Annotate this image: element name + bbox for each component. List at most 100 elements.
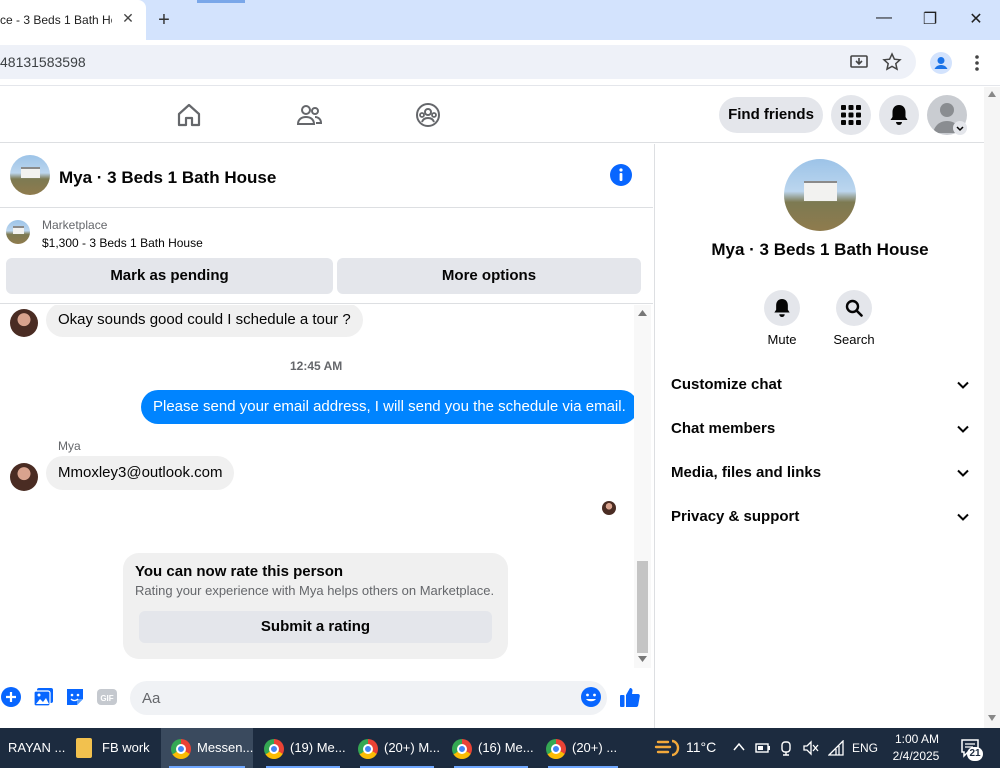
taskbar-app-rayan[interactable]: RAYAN ... (8, 728, 68, 768)
taskbar-app-label: RAYAN ... (8, 740, 66, 755)
conversation-details-panel: Mya · 3 Beds 1 Bath House Mute Search Cu… (654, 144, 984, 728)
chrome-icon (358, 738, 378, 759)
submit-rating-button[interactable]: Submit a rating (139, 611, 492, 643)
message-list[interactable]: Okay sounds good could I schedule a tour… (0, 305, 634, 668)
taskbar-app-chrome-5[interactable]: (20+) ... (540, 728, 626, 768)
taskbar-app-label: Messen... (197, 740, 254, 755)
taskbar-app-fb-work[interactable]: FB work (76, 728, 156, 768)
sender-name: Mya (58, 439, 81, 453)
privacy-support-section[interactable]: Privacy & support (671, 505, 969, 529)
install-app-icon[interactable] (850, 53, 868, 71)
incoming-message[interactable]: Mmoxley3@outlook.com (46, 456, 235, 490)
page-scrollbar[interactable] (984, 87, 1000, 728)
media-files-links-section[interactable]: Media, files and links (671, 461, 969, 485)
emoji-icon[interactable] (580, 686, 602, 708)
clock-time[interactable]: 1:00 AM (892, 732, 942, 746)
chevron-down-icon (957, 513, 969, 521)
close-window-button[interactable]: ✕ (961, 9, 991, 31)
gif-icon[interactable]: GIF (96, 686, 118, 708)
listing-thumbnail[interactable] (6, 220, 30, 244)
groups-icon[interactable] (414, 101, 442, 129)
search-icon (845, 299, 863, 317)
rating-card: You can now rate this person Rating your… (123, 553, 508, 659)
taskbar-app-messenger[interactable]: Messen... (161, 728, 253, 768)
search-label: Search (833, 332, 875, 347)
battery-icon[interactable] (755, 741, 771, 755)
chrome-icon (546, 738, 566, 759)
clock-date[interactable]: 2/4/2025 (890, 749, 942, 763)
more-options-button[interactable]: More options (337, 258, 641, 294)
weather-icon[interactable] (654, 738, 680, 758)
minimize-button[interactable]: — (869, 9, 899, 31)
taskbar-app-chrome-4[interactable]: (16) Me... (446, 728, 536, 768)
conversation-avatar[interactable] (10, 155, 50, 195)
customize-chat-section[interactable]: Customize chat (671, 373, 969, 397)
find-friends-button[interactable]: Find friends (719, 97, 823, 133)
plus-icon[interactable] (0, 686, 22, 708)
browser-menu-icon[interactable] (972, 54, 982, 72)
mute-action[interactable]: Mute (752, 290, 812, 347)
maximize-button[interactable]: ❐ (915, 9, 945, 31)
friends-icon[interactable] (295, 101, 323, 129)
input-language[interactable]: ENG (852, 741, 878, 755)
seen-indicator-avatar (602, 501, 616, 515)
chat-members-section[interactable]: Chat members (671, 417, 969, 441)
notifications-button[interactable] (879, 95, 919, 135)
outgoing-message[interactable]: Please send your email address, I will s… (141, 390, 634, 424)
weather-temperature[interactable]: 11°C (686, 739, 716, 755)
like-icon[interactable] (619, 686, 641, 708)
chevron-down-icon (957, 381, 969, 389)
windows-taskbar: RAYAN ... FB work Messen... (19) Me... (… (0, 728, 1000, 768)
incoming-message[interactable]: Okay sounds good could I schedule a tour… (46, 305, 363, 337)
page-scroll-down-icon[interactable] (988, 715, 996, 721)
volume-muted-icon[interactable] (802, 740, 820, 756)
meet-now-icon[interactable] (779, 740, 795, 756)
mark-as-pending-button[interactable]: Mark as pending (6, 258, 333, 294)
menu-button[interactable] (831, 95, 871, 135)
new-tab-button[interactable]: + (155, 9, 173, 31)
scroll-up-icon[interactable] (638, 310, 647, 316)
browser-tab[interactable]: ce - 3 Beds 1 Bath Ho ✕ (0, 0, 146, 40)
listing-title[interactable]: $1,300 - 3 Beds 1 Bath House (42, 236, 203, 250)
message-scrollbar[interactable] (634, 305, 651, 668)
marketplace-card: Marketplace $1,300 - 3 Beds 1 Bath House… (0, 208, 653, 304)
chevron-down-icon (957, 425, 969, 433)
page-scroll-up-icon[interactable] (988, 91, 996, 97)
message-timestamp: 12:45 AM (290, 359, 343, 373)
taskbar-app-label: (16) Me... (478, 740, 534, 755)
sticker-icon[interactable] (64, 686, 86, 708)
conversation-title[interactable]: Mya · 3 Beds 1 Bath House (59, 168, 276, 188)
network-icon[interactable] (828, 740, 844, 756)
scroll-down-icon[interactable] (638, 656, 647, 662)
bell-icon (774, 299, 790, 317)
home-icon[interactable] (175, 101, 203, 129)
info-icon[interactable] (610, 164, 632, 186)
url-text[interactable]: 48131583598 (0, 54, 86, 70)
tab-close-icon[interactable]: ✕ (121, 10, 135, 30)
account-chevron-icon[interactable] (953, 121, 967, 135)
notification-center-button[interactable]: 21 (960, 737, 983, 761)
taskbar-app-label: (19) Me... (290, 740, 346, 755)
marketplace-label: Marketplace (42, 218, 108, 232)
svg-text:GIF: GIF (100, 694, 113, 703)
profile-icon[interactable] (930, 52, 952, 74)
menu-grid-icon (841, 105, 861, 125)
bookmark-star-icon[interactable] (882, 52, 902, 72)
search-action[interactable]: Search (824, 290, 884, 347)
taskbar-app-chrome-3[interactable]: (20+) M... (352, 728, 442, 768)
mute-button[interactable] (764, 290, 800, 326)
search-button[interactable] (836, 290, 872, 326)
tab-title: ce - 3 Beds 1 Bath Ho (0, 13, 112, 27)
notifications-icon (890, 105, 908, 125)
sender-avatar[interactable] (10, 309, 38, 337)
sender-avatar[interactable] (10, 463, 38, 491)
chevron-up-icon[interactable] (733, 742, 745, 752)
scroll-thumb[interactable] (637, 561, 648, 653)
taskbar-app-chrome-2[interactable]: (19) Me... (258, 728, 348, 768)
omnibox[interactable]: 48131583598 (0, 45, 916, 79)
message-input[interactable] (130, 681, 607, 715)
section-label: Privacy & support (671, 508, 800, 525)
photo-icon[interactable] (33, 686, 55, 708)
mute-label: Mute (767, 332, 797, 347)
details-avatar[interactable] (784, 159, 856, 231)
